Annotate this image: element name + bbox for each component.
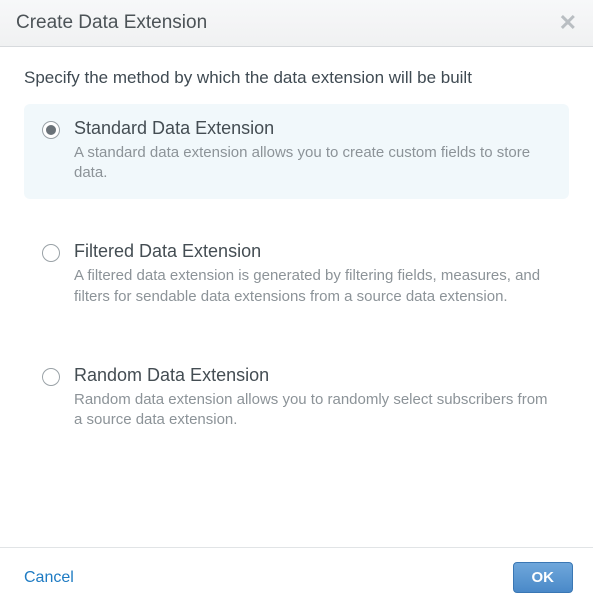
prompt-text: Specify the method by which the data ext…: [24, 67, 569, 90]
radio-filtered[interactable]: [42, 244, 60, 262]
option-body: Standard Data Extension A standard data …: [74, 118, 551, 184]
dialog-header: Create Data Extension ✕: [0, 0, 593, 47]
option-standard[interactable]: Standard Data Extension A standard data …: [24, 104, 569, 200]
option-body: Filtered Data Extension A filtered data …: [74, 241, 551, 307]
option-random[interactable]: Random Data Extension Random data extens…: [24, 351, 569, 447]
cancel-button[interactable]: Cancel: [24, 569, 74, 587]
option-desc: Random data extension allows you to rand…: [74, 390, 551, 431]
option-filtered[interactable]: Filtered Data Extension A filtered data …: [24, 227, 569, 323]
option-title: Random Data Extension: [74, 365, 551, 386]
dialog-title: Create Data Extension: [16, 12, 207, 34]
option-desc: A filtered data extension is generated b…: [74, 266, 551, 307]
radio-standard[interactable]: [42, 121, 60, 139]
radio-random[interactable]: [42, 368, 60, 386]
dialog-content: Specify the method by which the data ext…: [0, 47, 593, 547]
ok-button[interactable]: OK: [513, 562, 574, 593]
option-body: Random Data Extension Random data extens…: [74, 365, 551, 431]
option-title: Filtered Data Extension: [74, 241, 551, 262]
close-icon[interactable]: ✕: [559, 12, 577, 34]
dialog-footer: Cancel OK: [0, 547, 593, 611]
option-title: Standard Data Extension: [74, 118, 551, 139]
option-desc: A standard data extension allows you to …: [74, 143, 551, 184]
